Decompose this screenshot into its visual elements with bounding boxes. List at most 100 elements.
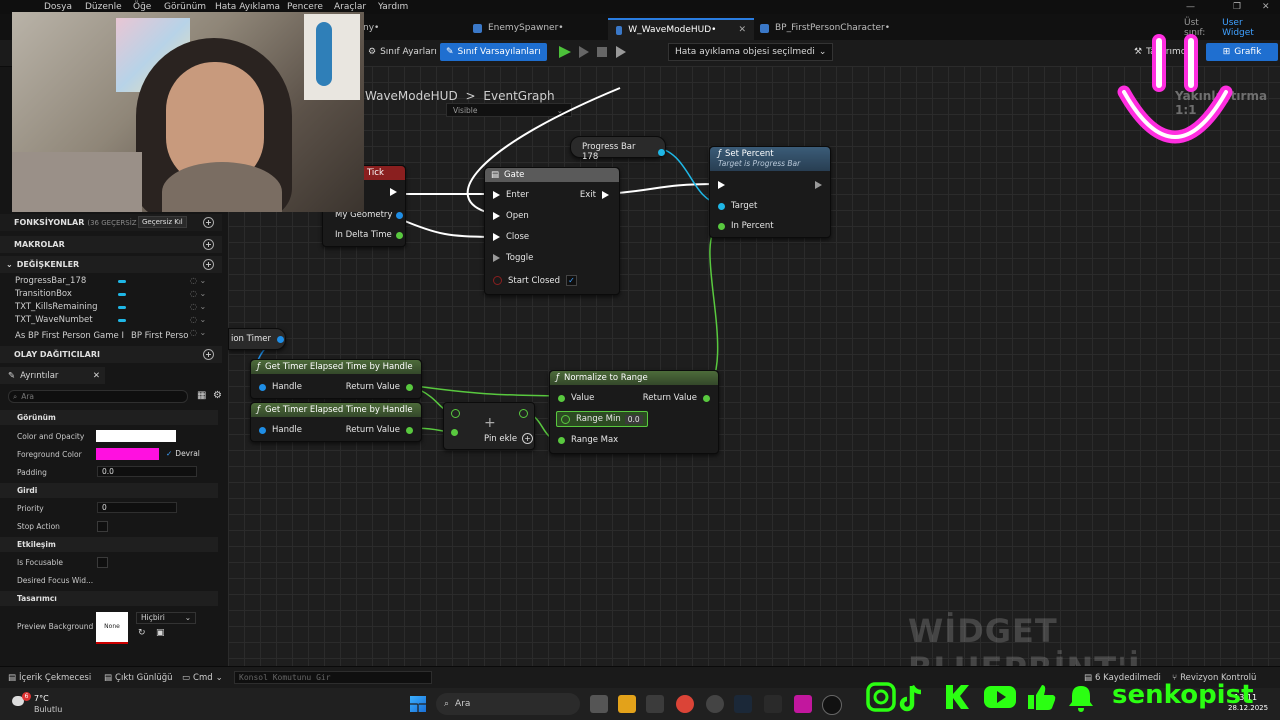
color-opacity-swatch[interactable] — [96, 430, 176, 442]
variable-item[interactable]: TransitionBox — [15, 289, 72, 299]
normalize-to-range-node[interactable]: ƒ Normalize to Range Value Return Value R… — [549, 370, 719, 454]
get-timer-elapsed-node-2[interactable]: ƒ Get Timer Elapsed Time by Handle Handle… — [250, 402, 422, 442]
timer-variable-node[interactable]: ion Timer — [228, 328, 286, 350]
task-view-icon[interactable] — [590, 695, 608, 713]
reset-icon[interactable]: ↻ — [138, 628, 146, 638]
pin-label: In Delta Time — [335, 230, 392, 240]
content-drawer-button[interactable]: ▤ İçerik Çekmecesi — [8, 673, 91, 683]
range-min-value[interactable]: 0.0 — [624, 414, 643, 424]
details-tab[interactable]: ✎ Ayrıntılar ✕ — [0, 367, 105, 384]
target-pin[interactable]: Target — [718, 201, 757, 211]
close-tab-icon[interactable]: ✕ — [93, 371, 100, 381]
float-pin-icon — [406, 383, 413, 391]
smiley-overlay-icon — [1117, 34, 1233, 144]
input-category[interactable]: Girdi — [0, 483, 218, 498]
start-closed-checkbox[interactable]: ✓ — [566, 275, 578, 286]
open-pin[interactable]: Open — [493, 211, 529, 221]
priority-input[interactable]: 0 — [97, 502, 177, 513]
desired-focus-label[interactable]: Desired Focus Wid... — [17, 576, 93, 585]
is-focusable-label: Is Focusable — [17, 558, 63, 567]
details-search-input[interactable]: ⌕ Ara — [8, 390, 188, 403]
set-percent-node[interactable]: ƒ Set Percent Target is Progress Bar Targ… — [709, 146, 831, 238]
app-icon[interactable] — [706, 695, 724, 713]
functions-section[interactable]: FONKSİYONLAR (36 GEÇERSİZ KILIN Geçersiz K… — [0, 214, 222, 231]
variable-item[interactable]: As BP First Person Game I — [15, 331, 124, 341]
stop-action-checkbox[interactable] — [97, 521, 108, 532]
event-dispatchers-section[interactable]: OLAY DAĞITICILARI + — [0, 346, 222, 363]
unreal-engine-icon[interactable] — [822, 695, 842, 715]
epic-games-icon[interactable] — [764, 695, 782, 713]
foreground-color-swatch[interactable] — [96, 448, 159, 460]
add-input-b[interactable] — [451, 429, 458, 436]
return-value-pin[interactable]: Return Value — [346, 425, 413, 435]
override-dropdown[interactable]: Geçersiz Kıl — [138, 216, 187, 228]
app-icon[interactable] — [794, 695, 812, 713]
section-title: MAKROLAR — [14, 240, 65, 249]
steam-icon[interactable] — [734, 695, 752, 713]
console-command-input[interactable]: Konsol Komutunu Gir — [234, 671, 432, 684]
pin-label: In Percent — [731, 221, 774, 231]
add-macro-icon[interactable]: + — [203, 239, 214, 250]
pin-label: Handle — [272, 382, 302, 392]
pin-label: Range Min — [576, 414, 621, 424]
enter-pin[interactable]: Enter — [493, 190, 529, 200]
weather-widget[interactable]: 6 7°C Bulutlu — [8, 692, 78, 716]
pencil-icon: ✎ — [8, 370, 16, 381]
gear-icon[interactable]: ⚙ — [213, 390, 222, 401]
windows-start-icon[interactable] — [410, 696, 426, 712]
handle-pin[interactable]: Handle — [259, 425, 302, 435]
in-percent-pin[interactable]: In Percent — [718, 221, 774, 231]
designer-category[interactable]: Tasarımcı — [0, 591, 218, 606]
exec-out-pin[interactable] — [390, 188, 397, 196]
node-title: Gate — [504, 170, 525, 180]
variable-item[interactable]: ProgressBar_178 — [15, 276, 86, 286]
variable-item[interactable]: TXT_KillsRemaining — [15, 302, 98, 312]
preview-background-label: Preview Background — [17, 622, 94, 631]
start-closed-pin[interactable]: Start Closed ✓ — [493, 275, 578, 286]
add-dispatcher-icon[interactable]: + — [203, 349, 214, 360]
gate-node[interactable]: ▤ Gate Enter Exit Open Close Toggle Start… — [484, 167, 620, 295]
output-log-button[interactable]: ▤ Çıktı Günlüğü — [104, 673, 173, 683]
close-pin[interactable]: Close — [493, 232, 529, 242]
chevron-down-icon: ⌄ — [6, 260, 13, 269]
padding-input[interactable]: 0.0 — [97, 466, 197, 477]
store-icon[interactable] — [646, 695, 664, 713]
is-focusable-checkbox[interactable] — [97, 557, 108, 568]
exit-pin[interactable]: Exit — [580, 190, 609, 200]
range-min-pin[interactable]: Range Min 0.0 — [556, 411, 648, 427]
add-function-icon[interactable]: + — [203, 217, 214, 228]
add-variable-icon[interactable]: + — [203, 259, 214, 270]
variable-visibility-icons[interactable]: ◌ ⌄ ◌ ⌄ ◌ ⌄ ◌ ⌄ ◌ ⌄ — [190, 274, 206, 339]
add-node[interactable]: + Pin ekle + — [443, 402, 535, 450]
taskbar-search[interactable]: ⌕ Ara — [436, 693, 580, 715]
cmd-dropdown[interactable]: ▭ Cmd ⌄ — [182, 673, 223, 683]
file-explorer-icon[interactable] — [618, 695, 636, 713]
progress-bar-variable-node[interactable]: Progress Bar 178 — [570, 136, 666, 162]
add-output[interactable] — [519, 409, 528, 418]
exec-pin-icon — [718, 181, 725, 189]
preview-background-swatch[interactable]: None — [96, 612, 128, 644]
macros-section[interactable]: MAKROLAR + — [0, 236, 222, 253]
toggle-pin[interactable]: Toggle — [493, 253, 533, 263]
variable-item[interactable]: TXT_WaveNumbet — [15, 315, 93, 325]
get-timer-elapsed-node-1[interactable]: ƒ Get Timer Elapsed Time by Handle Handle… — [250, 359, 422, 399]
value-pin[interactable]: Value — [558, 393, 594, 403]
delta-time-pin[interactable]: In Delta Time — [335, 230, 403, 240]
table-view-icon[interactable]: ▦ — [197, 390, 206, 401]
add-pin-button[interactable]: Pin ekle + — [484, 433, 534, 444]
range-max-pin[interactable]: Range Max — [558, 435, 618, 445]
variables-section[interactable]: ⌄ DEĞİŞKENLER + — [0, 256, 222, 273]
exec-out-pin[interactable] — [815, 181, 822, 189]
appearance-category[interactable]: Görünüm — [0, 410, 218, 425]
preview-background-dropdown[interactable]: Hiçbiri ⌄ — [136, 612, 196, 624]
inherit-toggle[interactable]: ✓ Devral — [166, 449, 200, 458]
browse-icon[interactable]: ▣ — [156, 628, 165, 638]
chrome-icon[interactable] — [676, 695, 694, 713]
handle-pin[interactable]: Handle — [259, 382, 302, 392]
return-value-pin[interactable]: Return Value — [643, 393, 710, 403]
like-icon — [1028, 685, 1056, 710]
interaction-category[interactable]: Etkileşim — [0, 537, 218, 552]
return-value-pin[interactable]: Return Value — [346, 382, 413, 392]
exec-in-pin[interactable] — [718, 181, 725, 189]
add-input-a[interactable] — [451, 409, 460, 418]
